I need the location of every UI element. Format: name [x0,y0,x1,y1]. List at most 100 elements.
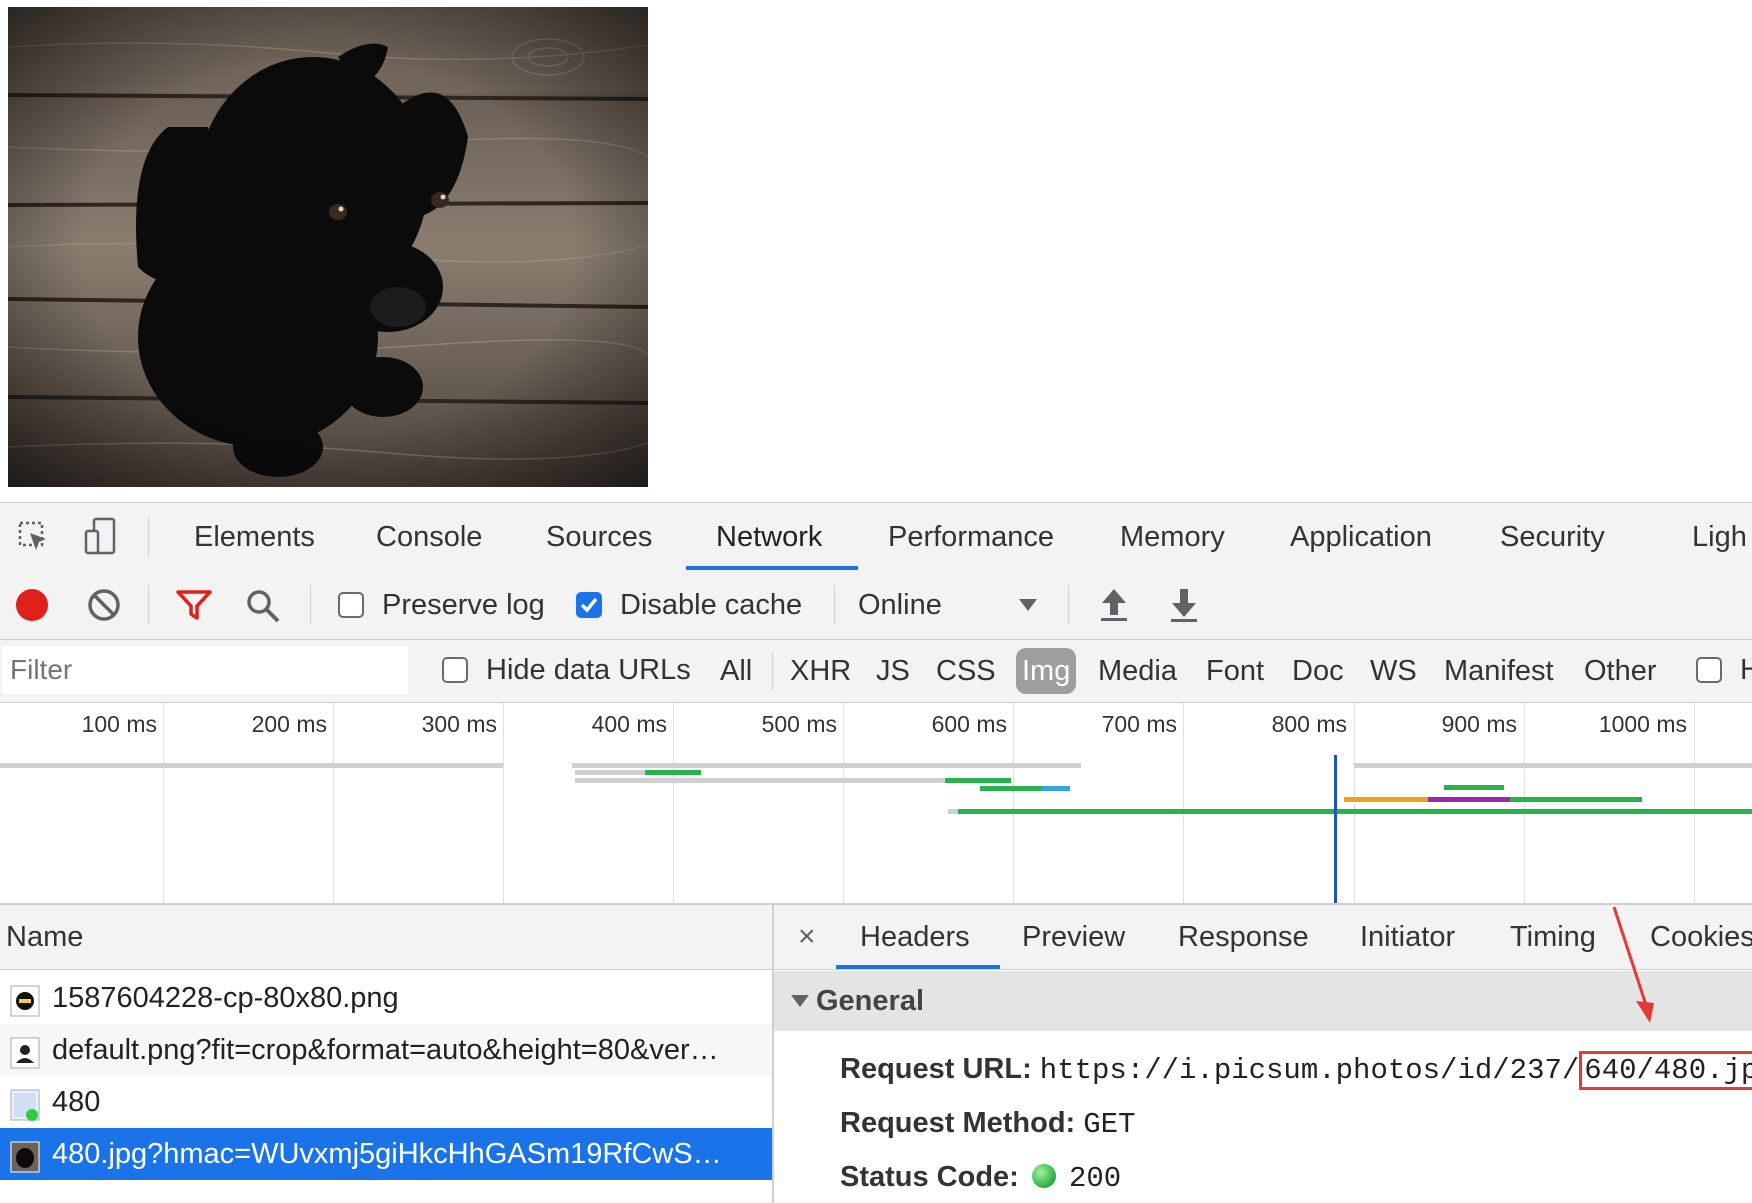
tab-performance[interactable]: Performance [888,503,1054,571]
tick-label: 700 ms [1101,711,1177,737]
waterfall-bar [645,770,701,775]
tab-preview[interactable]: Preview [1022,905,1125,969]
search-icon[interactable] [244,587,282,625]
disable-cache-checkbox[interactable] [576,592,602,618]
tab-memory[interactable]: Memory [1120,503,1225,571]
grid-line [503,703,504,903]
avatar-thumbnail-icon [10,1034,40,1069]
request-url-row: Request URL: https://i.picsum.photos/id/… [840,1049,1752,1091]
grid-line [1013,703,1014,903]
inspect-element-icon[interactable] [12,515,56,559]
filter-funnel-icon[interactable] [174,587,214,623]
hide-data-urls-checkbox[interactable] [442,657,468,683]
network-filterbar: Hide data URLs All XHR JS CSS Img Media … [0,640,1752,703]
divider [148,585,149,625]
grid-line [1524,703,1525,903]
status-ok-icon [1031,1164,1056,1188]
timeline-overview: 100 ms 200 ms 300 ms 400 ms 500 ms 600 m… [0,703,1752,905]
divider [772,652,773,690]
tab-headers[interactable]: Headers [860,905,970,969]
waterfall-bar [958,809,1752,814]
name-column-header[interactable]: Name [0,905,772,970]
annotation-arrow-icon [1612,906,1654,1023]
filter-all[interactable]: All [714,648,758,694]
request-url-label: Request URL: [840,1053,1032,1085]
preserve-log-checkbox[interactable] [338,592,364,618]
tick-label: 400 ms [591,711,667,737]
tab-initiator[interactable]: Initiator [1360,905,1455,969]
active-detail-tab-indicator [836,965,1000,969]
waterfall-bar [1354,763,1752,768]
divider [1068,585,1069,625]
devtools-tabbar: Elements Console Sources Network Perform… [0,502,1752,572]
filter-input[interactable] [2,646,408,694]
tick-label: 100 ms [81,711,157,737]
filter-other[interactable]: Other [1578,648,1663,694]
filter-xhr[interactable]: XHR [784,648,857,694]
request-row[interactable]: 480 [0,1076,772,1128]
chevron-down-icon[interactable] [1016,593,1040,617]
disable-cache-label: Disable cache [620,589,803,621]
divider [148,517,149,557]
filter-font[interactable]: Font [1200,648,1270,694]
waterfall-bar [0,763,503,768]
grid-line [163,703,164,903]
status-code-row: Status Code: 200 [840,1157,1121,1199]
device-toolbar-icon[interactable] [78,515,122,559]
request-row[interactable]: default.png?fit=crop&format=auto&height=… [0,1024,772,1076]
export-har-icon[interactable] [1166,585,1202,625]
waterfall-bar [1344,797,1428,802]
request-row[interactable]: 1587604228-cp-80x80.png [0,972,772,1024]
tab-network[interactable]: Network [716,503,822,571]
filter-media[interactable]: Media [1092,648,1183,694]
tab-timing[interactable]: Timing [1510,905,1596,969]
grid-line [1694,703,1695,903]
request-method-row: Request Method: GET [840,1103,1136,1145]
tab-elements[interactable]: Elements [194,503,315,571]
request-method-label: Request Method: [840,1107,1076,1139]
filter-js[interactable]: JS [870,648,916,694]
waterfall-bar [572,763,1081,768]
grid-line [1183,703,1184,903]
filter-manifest[interactable]: Manifest [1438,648,1560,694]
png-thumbnail-icon [10,982,40,1017]
waterfall-bar [1510,797,1642,802]
tick-label: 500 ms [761,711,837,737]
tab-lighthouse[interactable]: Ligh [1692,503,1747,571]
filter-ws[interactable]: WS [1364,648,1423,694]
waterfall-bar [1444,785,1504,790]
tick-label: 300 ms [421,711,497,737]
record-button[interactable] [14,587,50,623]
tab-sources[interactable]: Sources [546,503,652,571]
filter-img[interactable]: Img [1016,648,1077,694]
import-har-icon[interactable] [1096,585,1132,625]
request-name: default.png?fit=crop&format=auto&height=… [52,1034,719,1066]
status-code-value: 200 [1068,1162,1122,1195]
puppy-photo [8,7,648,487]
tab-response[interactable]: Response [1178,905,1309,969]
tick-label: 1000 ms [1598,711,1687,737]
throttling-select[interactable]: Online [858,588,942,622]
triangle-down-icon [791,995,809,1007]
waterfall-bar [575,778,945,783]
close-icon[interactable]: × [798,905,816,969]
name-column-label: Name [6,921,84,953]
request-url-value: https://i.picsum.photos/id/237/ [1039,1054,1580,1087]
filter-css[interactable]: CSS [930,648,1002,694]
tab-security[interactable]: Security [1500,503,1605,571]
tab-console[interactable]: Console [376,503,482,571]
tick-label: 600 ms [931,711,1007,737]
waterfall-bar [1042,786,1070,791]
request-row-selected[interactable]: 480.jpg?hmac=WUvxmj5giHkcHhGASm19RfCwS… [0,1128,772,1180]
tick-label: 900 ms [1441,711,1517,737]
blocked-requests-checkbox[interactable] [1696,657,1722,683]
tab-application[interactable]: Application [1290,503,1432,571]
request-list: Name 1587604228-cp-80x80.png default.png… [0,905,774,1203]
preserve-log-label: Preserve log [382,589,545,621]
request-name: 480 [52,1086,101,1118]
clear-button[interactable] [86,587,122,623]
tick-label: 800 ms [1271,711,1347,737]
waterfall-bar [1428,797,1510,802]
request-name: 1587604228-cp-80x80.png [52,982,399,1014]
filter-doc[interactable]: Doc [1286,648,1350,694]
